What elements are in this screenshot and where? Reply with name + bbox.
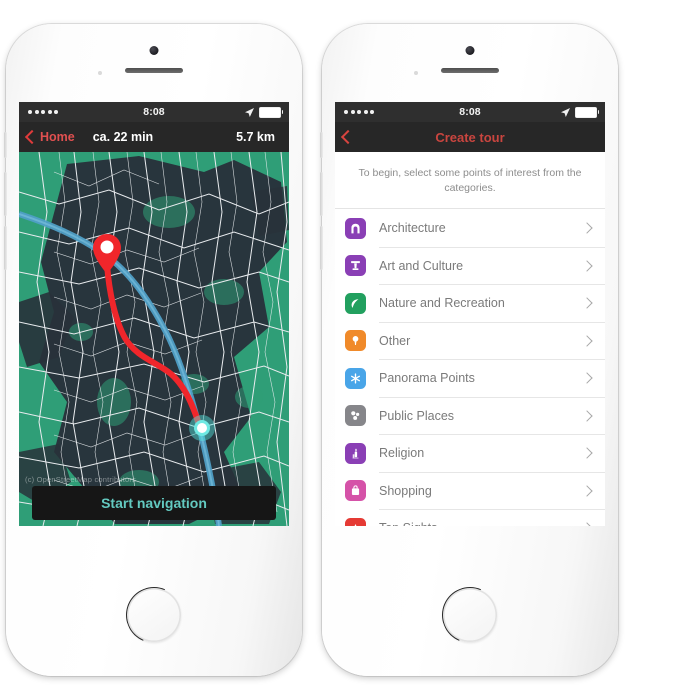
- column-icon: [345, 255, 366, 277]
- home-button[interactable]: [443, 588, 497, 642]
- category-row-nature-and-recreation[interactable]: Nature and Recreation: [335, 284, 605, 322]
- category-label: Other: [379, 333, 411, 348]
- starburst-icon: [345, 367, 366, 389]
- map-attribution: (c) OpenStreetMap contributors: [25, 475, 137, 484]
- home-button[interactable]: [127, 588, 181, 642]
- start-navigation-label: Start navigation: [101, 495, 207, 511]
- chevron-right-icon: [581, 522, 593, 526]
- category-row-public-places[interactable]: Public Places: [335, 396, 605, 435]
- proximity-sensor-icon: [98, 71, 102, 75]
- page-title: Create tour: [435, 129, 505, 145]
- category-label: Panorama Points: [379, 371, 475, 386]
- chevron-right-icon: [581, 297, 593, 309]
- chevron-right-icon: [581, 260, 593, 272]
- chevron-right-icon: [581, 410, 593, 422]
- category-row-shopping[interactable]: Shopping: [335, 471, 605, 510]
- right-phone-device: 8:08 Create tour To begin, select some p…: [320, 24, 618, 676]
- chevron-right-icon: [581, 485, 593, 497]
- left-phone-top-hardware: [6, 24, 302, 102]
- category-row-top-sights[interactable]: Top Sights: [335, 509, 605, 526]
- back-label: Home: [40, 130, 75, 144]
- category-row-art-and-culture[interactable]: Art and Culture: [335, 246, 605, 285]
- volume-up-button[interactable]: [320, 172, 323, 216]
- category-row-religion[interactable]: Religion: [335, 434, 605, 472]
- battery-icon: [259, 106, 284, 118]
- back-to-home-button[interactable]: Home: [24, 129, 75, 145]
- chevron-right-icon: [581, 335, 593, 347]
- earpiece-speaker: [125, 68, 183, 73]
- map-view[interactable]: (c) OpenStreetMap contributors Start nav…: [19, 152, 289, 526]
- chevron-right-icon: [581, 447, 593, 459]
- left-status-bar: 8:08: [19, 102, 289, 122]
- silent-switch[interactable]: [320, 132, 323, 158]
- left-nav-bar: Home ca. 22 min 5.7 km: [19, 122, 289, 152]
- battery-icon: [575, 106, 600, 118]
- front-camera-icon: [149, 46, 159, 55]
- chevron-right-icon: [581, 222, 593, 234]
- status-time: 8:08: [459, 106, 481, 118]
- left-phone-screen: 8:08 Home ca. 22 min 5.7 km (c) OpenStre…: [19, 102, 289, 526]
- volume-down-button[interactable]: [4, 226, 7, 270]
- category-label: Shopping: [379, 483, 432, 498]
- instruction-text: To begin, select some points of interest…: [335, 152, 605, 210]
- category-label: Art and Culture: [379, 258, 464, 273]
- proximity-sensor-icon: [414, 71, 418, 75]
- front-camera-icon: [465, 46, 475, 55]
- category-label: Public Places: [379, 408, 455, 423]
- right-nav-bar: Create tour: [335, 122, 605, 152]
- chevron-right-icon: [581, 372, 593, 384]
- category-panel: To begin, select some points of interest…: [335, 152, 605, 526]
- category-label: Top Sights: [379, 521, 437, 526]
- shopping-bag-icon: [345, 480, 366, 502]
- left-phone-device: 8:08 Home ca. 22 min 5.7 km (c) OpenStre…: [4, 24, 302, 676]
- silent-switch[interactable]: [4, 132, 7, 158]
- category-row-other[interactable]: Other: [335, 321, 605, 360]
- right-phone-top-hardware: [322, 24, 618, 102]
- volume-down-button[interactable]: [320, 226, 323, 270]
- volume-up-button[interactable]: [4, 172, 7, 216]
- category-row-panorama-points[interactable]: Panorama Points: [335, 359, 605, 397]
- right-phone-screen: 8:08 Create tour To begin, select some p…: [335, 102, 605, 526]
- current-position-marker: [189, 415, 215, 441]
- distance-label: 5.7 km: [236, 130, 275, 144]
- circles-icon: [345, 405, 366, 427]
- architecture-icon: [345, 217, 366, 239]
- category-row-architecture[interactable]: Architecture: [335, 209, 605, 247]
- candle-icon: [345, 442, 366, 464]
- earpiece-speaker: [441, 68, 499, 73]
- leaf-icon: [345, 292, 366, 314]
- star-icon: [345, 517, 366, 526]
- category-label: Religion: [379, 446, 425, 461]
- map-pin-icon: [345, 330, 366, 352]
- eta-label: ca. 22 min: [92, 130, 154, 144]
- screenshot-stage: 8:08 Home ca. 22 min 5.7 km (c) OpenStre…: [0, 0, 700, 700]
- chevron-left-icon: [24, 129, 40, 145]
- map-canvas: [19, 152, 289, 526]
- category-label: Nature and Recreation: [379, 296, 505, 311]
- start-navigation-button[interactable]: Start navigation: [32, 486, 276, 520]
- status-time: 8:08: [143, 106, 165, 118]
- category-label: Architecture: [379, 221, 446, 236]
- right-status-bar: 8:08: [335, 102, 605, 122]
